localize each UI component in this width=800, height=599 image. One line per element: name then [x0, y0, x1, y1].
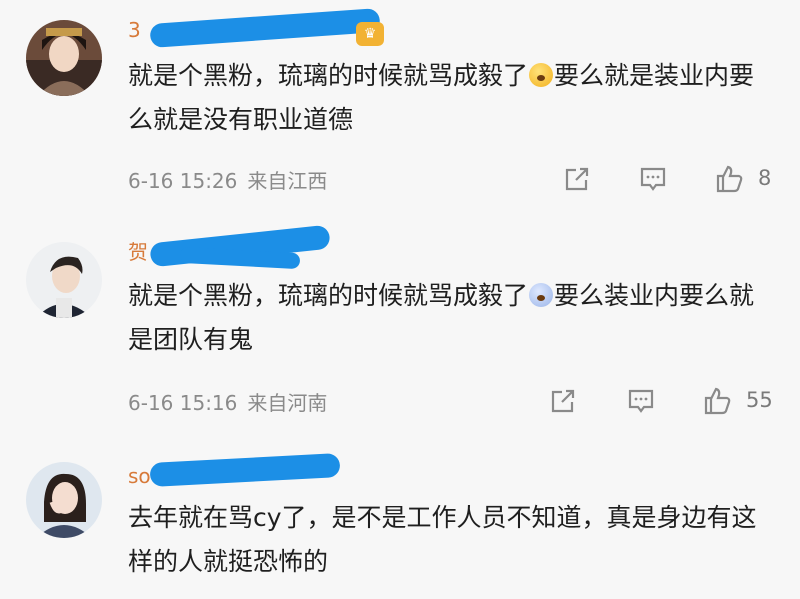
comment-text: 就是个黑粉，琉璃的时候就骂成毅了 要么装业内要么就是团队有鬼: [128, 281, 755, 354]
share-icon[interactable]: [548, 386, 578, 416]
scared-face-emoji-icon: [529, 63, 554, 87]
like-count: 55: [746, 388, 773, 412]
redaction-mark: [149, 8, 381, 48]
comment-item: 3 ♛ 就是个黑粉，琉璃的时候就骂成毅了 要么就是装业内要么就是没有职业道德 6-…: [0, 0, 800, 212]
comment-text: 去年就在骂cy了，是不是工作人员不知道，真是身边有这样的人就挺恐怖的: [128, 503, 757, 576]
comment-item: so 去年就在骂cy了，是不是工作人员不知道，真是身边有这样的人就挺恐怖的: [0, 440, 800, 599]
comment-text: 就是个黑粉，琉璃的时候就骂成毅了 要么就是装业内要么就是没有职业道德: [128, 61, 755, 134]
redaction-mark: [149, 453, 341, 487]
thumbs-up-icon[interactable]: [702, 386, 732, 416]
avatar[interactable]: [26, 242, 102, 318]
like-count: 8: [758, 166, 772, 190]
avatar[interactable]: [26, 20, 102, 96]
comment-actions: 55: [0, 382, 800, 422]
vip-badge-icon: ♛: [356, 22, 384, 46]
comment-icon[interactable]: [638, 164, 668, 194]
avatar[interactable]: [26, 462, 102, 538]
thumbs-up-icon[interactable]: [714, 164, 744, 194]
comment-icon[interactable]: [626, 386, 656, 416]
comment-actions: 8: [0, 160, 800, 200]
screaming-face-emoji-icon: [529, 283, 554, 307]
comment-item: 贺 就是个黑粉，琉璃的时候就骂成毅了 要么装业内要么就是团队有鬼 6-16 15:…: [0, 212, 800, 440]
share-icon[interactable]: [562, 164, 592, 194]
